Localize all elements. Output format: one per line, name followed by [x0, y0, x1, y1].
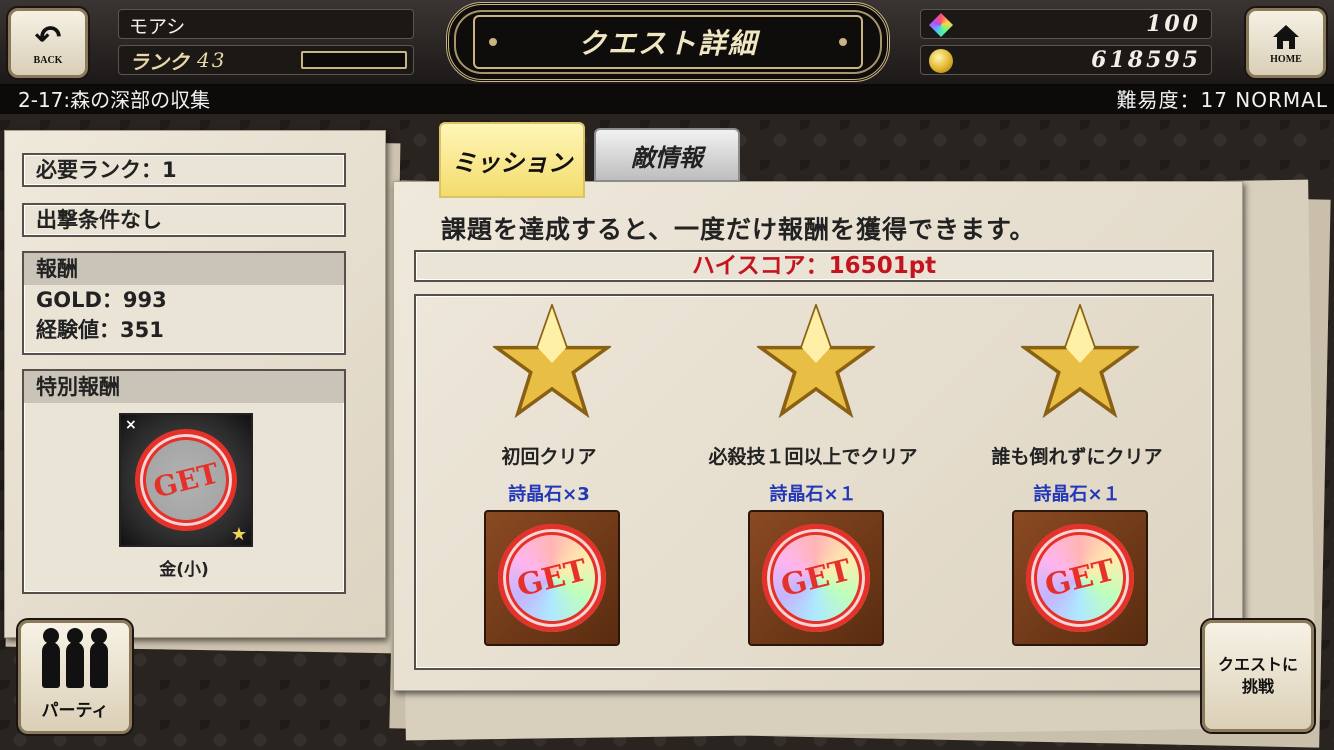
stage-name: 2-17:森の深部の収集: [18, 88, 211, 112]
high-score: ハイスコア：16501pt: [414, 250, 1214, 282]
gold-counter: 618595: [920, 45, 1212, 75]
top-bar: ↶ BACK モアシ ランク 43 クエスト詳細 100 618595 HOME: [0, 0, 1334, 86]
title-plate: クエスト詳細: [446, 2, 890, 82]
mission-item: 初回クリア 詩晶石×3 GET: [418, 296, 680, 668]
get-stamp-text: GET: [513, 552, 591, 604]
mission-label: 初回クリア: [501, 446, 597, 468]
gold-star-icon: [1021, 304, 1139, 419]
party-label: パーティ: [41, 701, 109, 721]
gold-coin-icon: [929, 49, 953, 73]
challenge-quest-button[interactable]: クエストに挑戦: [1202, 620, 1314, 732]
back-label: BACK: [33, 54, 63, 66]
gold-star-icon: [493, 304, 611, 419]
required-rank-box: 必要ランク：1: [22, 153, 346, 187]
rarity-star-icon: ★: [230, 524, 247, 545]
gold-star-icon: [757, 304, 875, 419]
mission-item: 必殺技１回以上でクリア 詩晶石×１ GET: [682, 296, 944, 668]
item-count-badge: ×: [125, 417, 137, 433]
gem-counter: 100: [920, 9, 1212, 39]
get-stamp-text: GET: [1041, 552, 1119, 604]
sortie-condition: 出撃条件なし: [36, 208, 162, 232]
mission-description: 課題を達成すると、一度だけ報酬を獲得できます。: [441, 215, 1036, 244]
reward-box: 報酬 GOLD：993 経験値：351: [22, 251, 346, 355]
crystal-gem-icon: [929, 13, 953, 37]
tab-enemy-info[interactable]: 敵情報: [594, 128, 740, 182]
rank-value: 43: [197, 48, 227, 72]
back-arrow-icon: ↶: [34, 17, 62, 56]
mission-label: 必殺技１回以上でクリア: [708, 446, 918, 468]
rank-box: ランク 43: [118, 45, 414, 75]
mission-reward: 詩晶石×3: [508, 484, 590, 505]
reward-header: 報酬: [24, 253, 344, 285]
player-name: モアシ: [118, 9, 414, 39]
difficulty: 難易度：17 NORMAL: [1116, 88, 1328, 112]
title-ornament-left: [489, 38, 497, 46]
required-rank: 必要ランク：1: [36, 158, 177, 182]
mission-reward: 詩晶石×１: [1033, 484, 1121, 505]
get-stamp: GET: [124, 418, 248, 542]
mission-item: 誰も倒れずにクリア 詩晶石×１ GET: [946, 296, 1208, 668]
home-label: HOME: [1270, 53, 1302, 65]
get-stamp-text: GET: [149, 455, 223, 505]
get-stamp: GET: [750, 512, 882, 644]
party-button[interactable]: パーティ: [18, 620, 132, 734]
crystal-reward-icon[interactable]: GET: [748, 510, 884, 646]
home-icon: [1273, 24, 1299, 49]
missions-list: 初回クリア 詩晶石×3 GET 必殺技１回以上でクリア 詩晶石×１ GET 誰も…: [414, 294, 1214, 670]
party-members-icon: [42, 628, 108, 688]
back-button[interactable]: ↶ BACK: [8, 8, 88, 78]
mission-label: 誰も倒れずにクリア: [991, 446, 1163, 468]
title-ornament-right: [839, 38, 847, 46]
title-frame: クエスト詳細: [473, 15, 863, 69]
reward-gold: GOLD：993: [36, 288, 167, 312]
rank-exp-bar: [301, 51, 407, 69]
stage-info-bar: 2-17:森の深部の収集 難易度：17 NORMAL: [0, 86, 1334, 114]
home-button[interactable]: HOME: [1246, 8, 1326, 78]
special-reward-header: 特別報酬: [24, 371, 344, 403]
condition-box: 出撃条件なし: [22, 203, 346, 237]
page-title: クエスト詳細: [577, 27, 758, 60]
challenge-label: クエストに挑戦: [1218, 655, 1299, 696]
mission-reward: 詩晶石×１: [769, 484, 857, 505]
rank-label: ランク: [129, 49, 189, 74]
get-stamp-text: GET: [777, 552, 855, 604]
gold-count: 618595: [1091, 47, 1201, 73]
reward-exp: 経験値：351: [36, 318, 164, 342]
special-reward-item[interactable]: × GET ★: [119, 413, 253, 547]
special-reward-name: 金(小): [159, 560, 209, 580]
get-stamp: GET: [486, 512, 618, 644]
special-reward-box: 特別報酬 × GET ★ 金(小): [22, 369, 346, 594]
gem-count: 100: [1146, 11, 1201, 37]
crystal-reward-icon[interactable]: GET: [1012, 510, 1148, 646]
crystal-reward-icon[interactable]: GET: [484, 510, 620, 646]
tab-mission[interactable]: ミッション: [439, 122, 585, 198]
get-stamp: GET: [1014, 512, 1146, 644]
